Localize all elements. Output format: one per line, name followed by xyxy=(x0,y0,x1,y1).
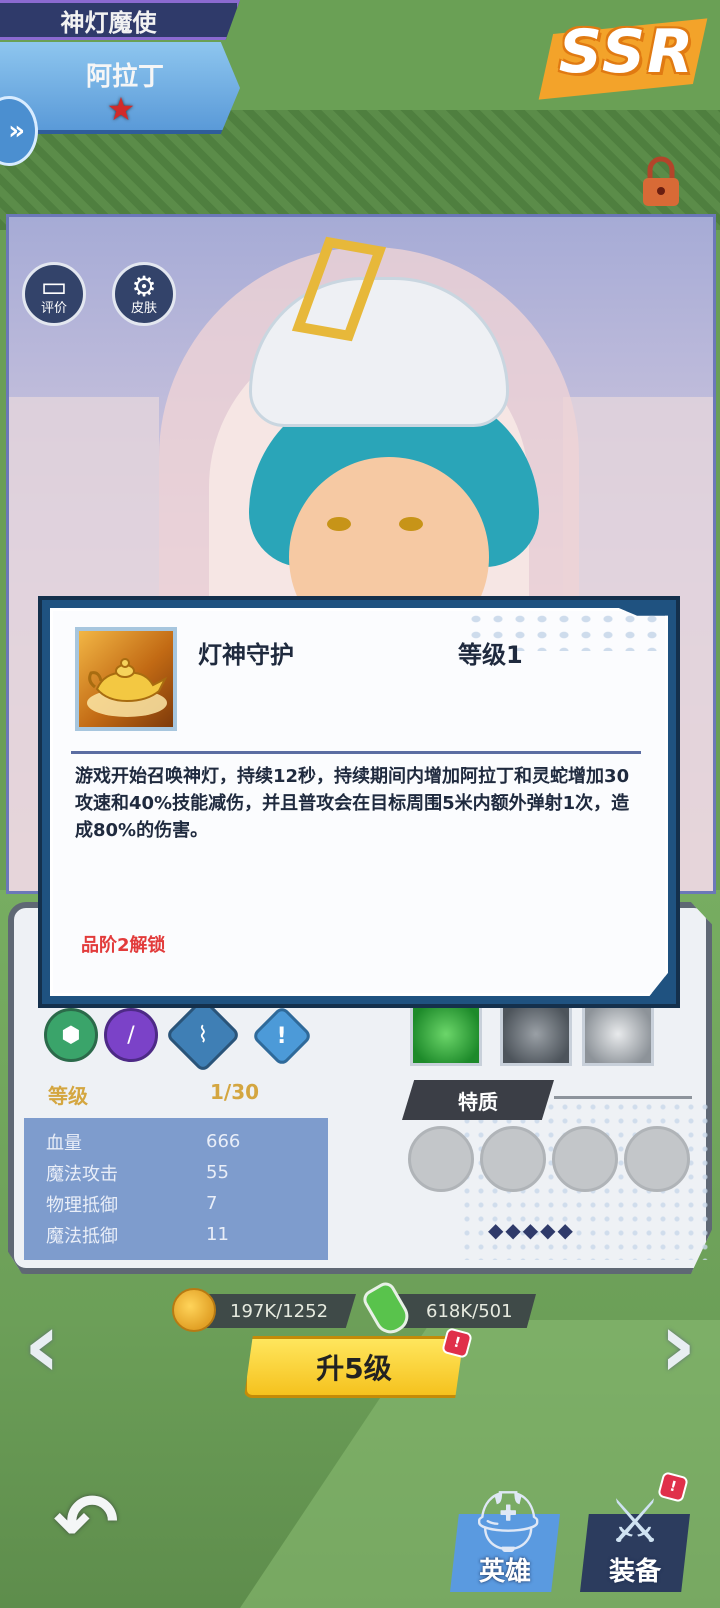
level-label: 等级 xyxy=(48,1084,88,1108)
popup-divider xyxy=(71,751,641,754)
prev-hero-arrow[interactable]: ‹ xyxy=(20,1290,64,1400)
attribute-name: 魔法抵御 xyxy=(46,1225,118,1247)
attribute-value: 666 xyxy=(206,1131,241,1152)
lock-icon[interactable] xyxy=(640,156,682,208)
special-divider xyxy=(554,1096,692,1099)
unlock-requirement: 品阶2解锁 xyxy=(81,935,166,956)
special-slot[interactable] xyxy=(552,1126,618,1192)
staff-icon[interactable]: / xyxy=(104,1008,158,1062)
hexagon-icon[interactable]: ⬢ xyxy=(44,1008,98,1062)
attribute-row: 血量 666 xyxy=(46,1126,306,1157)
tab-equipment-label: 装备 xyxy=(608,1557,661,1587)
skill-icon xyxy=(75,627,177,731)
skill-description: 游戏开始召唤神灯，持续12秒，持续期间内增加阿拉丁和灵蛇增加30攻速和40%技能… xyxy=(75,766,630,841)
skill-level: 等级1 xyxy=(458,641,523,669)
skill-thumb-1[interactable] xyxy=(410,1002,482,1066)
double-chevron-icon: » xyxy=(8,116,25,146)
hero-eye-left xyxy=(327,517,351,531)
special-slot[interactable] xyxy=(480,1126,546,1192)
star-icon: ★ xyxy=(106,90,136,128)
skill-thumb-2[interactable] xyxy=(500,1002,572,1066)
hero-eye-right xyxy=(399,517,423,531)
tab-hero-label: 英雄 xyxy=(478,1557,531,1587)
review-label: 评价 xyxy=(40,301,67,316)
special-tag: 特质 xyxy=(402,1080,554,1120)
attribute-row: 魔法攻击 55 xyxy=(46,1157,306,1188)
attribute-row: 物理抵御 7 xyxy=(46,1188,306,1219)
attribute-name: 物理抵御 xyxy=(46,1194,118,1216)
attribute-row: 魔法抵御 11 xyxy=(46,1219,306,1250)
attribute-table: 血量 666 魔法攻击 55 物理抵御 7 魔法抵御 11 xyxy=(24,1118,328,1260)
rarity-badge: SSR xyxy=(558,17,696,87)
attribute-value: 7 xyxy=(206,1193,218,1214)
next-hero-arrow[interactable]: › xyxy=(656,1290,700,1400)
skin-label: 皮肤 xyxy=(130,301,157,316)
chat-icon: ▭ xyxy=(40,270,68,303)
special-slot[interactable] xyxy=(408,1126,474,1192)
skill-thumb-3[interactable] xyxy=(582,1002,654,1066)
gold-value: 197K/1252 xyxy=(230,1300,329,1322)
attribute-name: 血量 xyxy=(46,1132,82,1154)
coin-icon xyxy=(172,1288,216,1332)
review-button[interactable]: ▭ 评价 xyxy=(22,262,86,326)
skill-popup-body: 灯神守护 等级1 游戏开始召唤神灯，持续12秒，持续期间内增加阿拉丁和灵蛇增加3… xyxy=(50,608,668,996)
skill-name: 灯神守护 xyxy=(198,641,294,669)
back-arrow-icon[interactable]: ↶ xyxy=(36,1484,136,1562)
hero-name: 阿拉丁 xyxy=(85,62,164,92)
gear-icon: ⚙ xyxy=(131,270,157,303)
level-value: 1/30 xyxy=(210,1080,260,1104)
attribute-name: 魔法攻击 xyxy=(46,1163,118,1185)
attribute-value: 11 xyxy=(206,1224,229,1245)
attribute-value: 55 xyxy=(206,1162,229,1183)
hero-title: 神灯魔使 xyxy=(60,8,157,37)
skill-detail-popup[interactable]: 灯神守护 等级1 游戏开始召唤神灯，持续12秒，持续期间内增加阿拉丁和灵蛇增加3… xyxy=(38,596,680,1008)
skin-button[interactable]: ⚙ 皮肤 xyxy=(112,262,176,326)
game-screen: ▭ 评价 ⚙ 皮肤 神灯魔使 阿拉丁 ★ » SSR ⬢ / ⌇ ! 等级 1/… xyxy=(0,0,720,1608)
tab-hero[interactable]: ⛑ 英雄 xyxy=(450,1480,560,1592)
potion-value: 618K/501 xyxy=(426,1300,513,1322)
upgrade-button[interactable]: 升5级 xyxy=(244,1336,464,1398)
upgrade-label: 升5级 xyxy=(316,1352,392,1385)
star-pips: ◆◆◆◆◆ xyxy=(488,1218,575,1242)
magic-lamp-icon xyxy=(87,658,168,717)
special-slot[interactable] xyxy=(624,1126,690,1192)
hero-title-banner: 神灯魔使 xyxy=(0,0,240,40)
